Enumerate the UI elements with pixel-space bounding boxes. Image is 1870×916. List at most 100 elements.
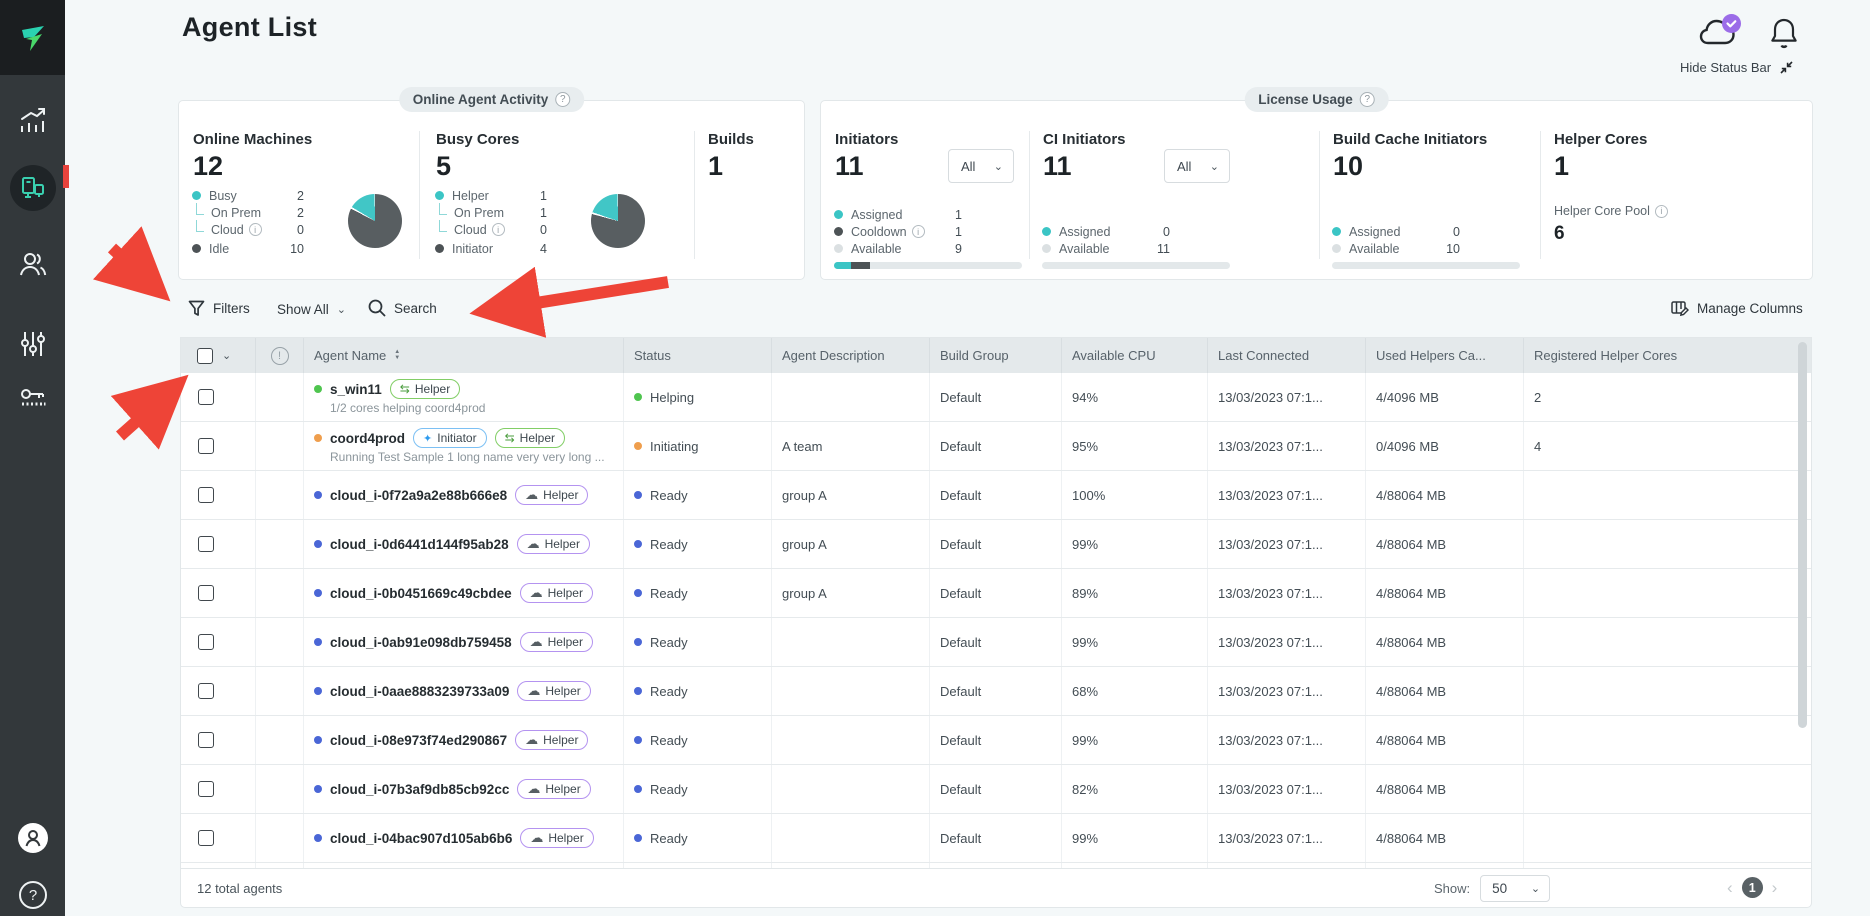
status-label: Ready	[650, 684, 688, 699]
busy-cores-title: Busy Cores	[436, 131, 519, 148]
build-cache-usage-bar	[1332, 262, 1520, 269]
status-dot	[634, 687, 642, 695]
sidebar-item-help[interactable]: ?	[0, 880, 65, 910]
ci-initiators-filter-dropdown[interactable]: All ⌄	[1164, 149, 1230, 183]
analytics-icon	[17, 105, 49, 137]
sort-icon[interactable]: ▲▼	[394, 350, 400, 361]
initiators-filter-dropdown[interactable]: All ⌄	[948, 149, 1014, 183]
row-checkbox[interactable]	[198, 585, 214, 601]
cloud-icon: ☁	[527, 784, 540, 794]
header-agent-name[interactable]: Agent Name ▲▼	[304, 338, 624, 373]
show-all-dropdown[interactable]: Show All ⌄	[277, 302, 346, 317]
legend-dot-assigned	[1042, 227, 1051, 236]
sidebar-item-analytics[interactable]	[0, 105, 65, 137]
incredibuild-logo-icon	[16, 21, 50, 55]
sidebar-item-agents-selected[interactable]	[0, 165, 65, 211]
sidebar-item-users[interactable]	[0, 248, 65, 280]
legend-dot-assigned	[834, 210, 843, 219]
info-icon[interactable]: i	[912, 225, 925, 238]
table-row[interactable]: cloud_i-0ab91e098db759458 ☁Helper Ready …	[181, 618, 1811, 667]
hide-status-bar-button[interactable]: Hide Status Bar	[1680, 60, 1794, 75]
sidebar-item-license[interactable]	[0, 385, 65, 415]
vertical-scrollbar[interactable]	[1798, 342, 1807, 728]
search-button[interactable]: Search	[368, 299, 437, 317]
chevron-down-icon: ⌄	[994, 160, 1003, 173]
select-all-checkbox[interactable]	[197, 348, 213, 364]
filters-button[interactable]: Filters	[188, 300, 250, 317]
row-checkbox[interactable]	[198, 536, 214, 552]
agent-name: cloud_i-08e973f74ed290867	[330, 733, 507, 748]
ci-initiators-usage-bar	[1042, 262, 1230, 269]
legend-dot-assigned	[1332, 227, 1341, 236]
info-icon[interactable]: i	[492, 223, 505, 236]
swap-arrows-icon: ⇆	[400, 382, 410, 396]
header-agent-description[interactable]: Agent Description	[772, 338, 930, 373]
builds-value: 1	[708, 151, 723, 182]
table-row[interactable]: coord4prod ✦Initiator ⇆Helper Running Te…	[181, 422, 1811, 471]
online-machines-legend: Busy 2 On Prem 2 Cloud i 0 Idle 10	[192, 187, 304, 257]
header-last-connected[interactable]: Last Connected	[1208, 338, 1366, 373]
cloud-icon: ☁	[530, 637, 543, 647]
sidebar-item-settings[interactable]	[0, 328, 65, 360]
prev-page-button[interactable]: ‹	[1727, 879, 1733, 896]
manage-columns-button[interactable]: Manage Columns	[1671, 300, 1803, 317]
table-header-row: ⌄ ! Agent Name ▲▼ Status Agent Descripti…	[181, 338, 1811, 373]
search-label: Search	[394, 301, 437, 316]
status-label: Ready	[650, 586, 688, 601]
table-row[interactable]: cloud_i-0f72a9a2e88b666e8 ☁Helper Ready …	[181, 471, 1811, 520]
table-row[interactable]: s_win11 ⇆Helper 1/2 cores helping coord4…	[181, 373, 1811, 422]
header-used-helpers[interactable]: Used Helpers Ca...	[1366, 338, 1524, 373]
table-row[interactable]: cloud_i-04bac907d105ab6b6 ☁Helper Ready …	[181, 814, 1811, 863]
table-row[interactable]: cloud_i-0aae8883239733a09 ☁Helper Ready …	[181, 667, 1811, 716]
table-footer: 12 total agents Show: 50 ⌄ ‹ 1 ›	[180, 868, 1812, 908]
next-page-button[interactable]: ›	[1772, 879, 1778, 896]
page-size-select[interactable]: 50 ⌄	[1480, 875, 1550, 902]
agent-state-dot	[314, 491, 322, 499]
sidebar-item-profile[interactable]	[0, 822, 65, 854]
manage-columns-icon	[1671, 300, 1689, 317]
header-registered-helper-cores[interactable]: Registered Helper Cores	[1524, 338, 1811, 373]
info-icon[interactable]: ?	[1360, 92, 1375, 107]
row-checkbox[interactable]	[198, 438, 214, 454]
row-checkbox[interactable]	[198, 389, 214, 405]
agent-state-dot	[314, 589, 322, 597]
help-icon: ?	[18, 880, 48, 910]
cloud-icon: ☁	[527, 686, 540, 696]
build-cache-legend: Assigned 0 Available 10	[1332, 223, 1460, 257]
status-label: Ready	[650, 831, 688, 846]
row-checkbox[interactable]	[198, 830, 214, 846]
table-row[interactable]: cloud_i-0d6441d144f95ab28 ☁Helper Ready …	[181, 520, 1811, 569]
status-dot	[634, 540, 642, 548]
build-cache-value: 10	[1333, 151, 1363, 182]
red-tick-annotation	[63, 165, 69, 188]
row-checkbox[interactable]	[198, 487, 214, 503]
row-checkbox[interactable]	[198, 683, 214, 699]
page-title: Agent List	[182, 12, 317, 43]
row-checkbox[interactable]	[198, 732, 214, 748]
cloud-helper-badge: ☁Helper	[520, 828, 593, 848]
app-logo[interactable]	[0, 0, 65, 75]
agent-name: cloud_i-0f72a9a2e88b666e8	[330, 488, 507, 503]
legend-dot-available	[834, 244, 843, 253]
hide-status-bar-label: Hide Status Bar	[1680, 60, 1771, 75]
agent-subtext: Running Test Sample 1 long name very ver…	[330, 450, 605, 464]
info-icon[interactable]: i	[1655, 205, 1668, 218]
initiators-usage-bar	[834, 262, 1022, 269]
tree-connector	[196, 220, 204, 232]
table-row[interactable]: cloud_i-07b3af9db85cb92cc ☁Helper Ready …	[181, 765, 1811, 814]
status-label: Ready	[650, 488, 688, 503]
cloud-status-button[interactable]	[1698, 13, 1744, 56]
info-icon[interactable]: ?	[555, 92, 570, 107]
row-checkbox[interactable]	[198, 634, 214, 650]
header-available-cpu[interactable]: Available CPU	[1062, 338, 1208, 373]
license-usage-card: License Usage ? Initiators 11 All ⌄ Assi…	[820, 100, 1813, 280]
table-row[interactable]: cloud_i-0b0451669c49cbdee ☁Helper Ready …	[181, 569, 1811, 618]
table-row[interactable]: cloud_i-08e973f74ed290867 ☁Helper Ready …	[181, 716, 1811, 765]
notifications-button[interactable]	[1769, 16, 1799, 55]
agent-state-dot	[314, 638, 322, 646]
info-icon[interactable]: i	[249, 223, 262, 236]
header-build-group[interactable]: Build Group	[930, 338, 1062, 373]
row-checkbox[interactable]	[198, 781, 214, 797]
select-menu-chevron-icon[interactable]: ⌄	[222, 349, 231, 362]
header-status[interactable]: Status	[624, 338, 772, 373]
